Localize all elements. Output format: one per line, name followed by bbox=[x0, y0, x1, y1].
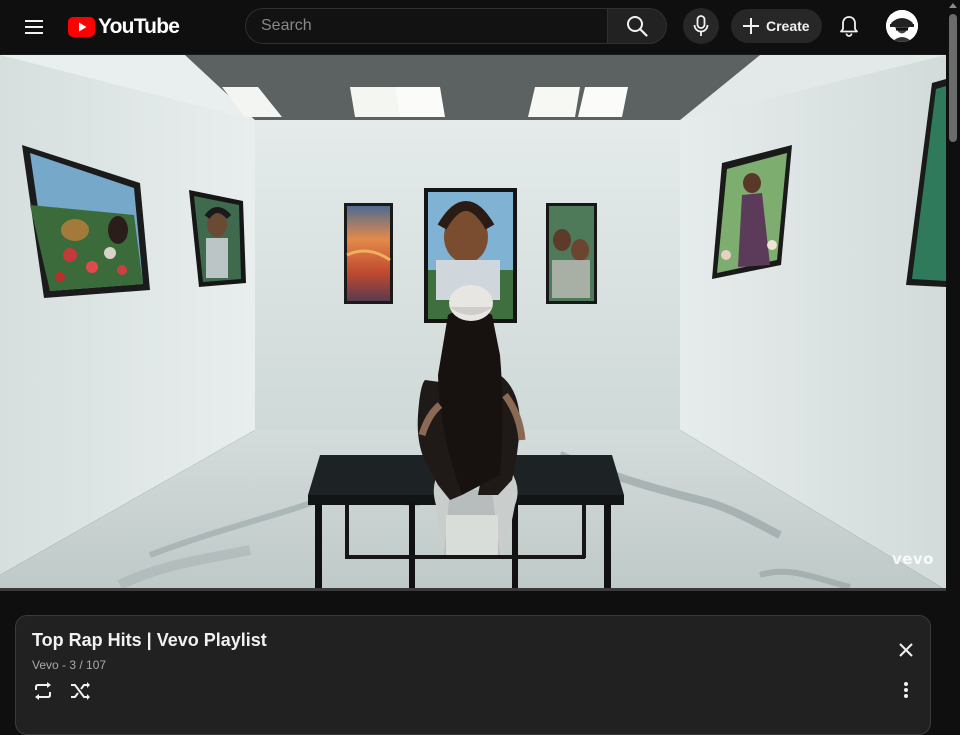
hamburger-menu-icon[interactable] bbox=[20, 13, 48, 41]
close-icon[interactable] bbox=[894, 638, 918, 662]
avatar-image bbox=[886, 10, 918, 42]
youtube-play-logo-icon bbox=[68, 17, 95, 37]
search-box bbox=[245, 8, 607, 44]
user-avatar[interactable] bbox=[886, 10, 918, 42]
youtube-logo[interactable]: YouTube bbox=[68, 15, 180, 39]
voice-search-button[interactable] bbox=[683, 8, 719, 44]
masthead: YouTube Create bbox=[0, 0, 946, 55]
playlist-title[interactable]: Top Rap Hits | Vevo Playlist bbox=[32, 630, 267, 651]
scrollbar-thumb[interactable] bbox=[949, 14, 957, 142]
video-frame bbox=[0, 55, 946, 590]
search-button[interactable] bbox=[607, 8, 667, 44]
video-player[interactable]: vevo bbox=[0, 55, 946, 590]
page-scrollbar[interactable] bbox=[946, 0, 960, 720]
microphone-icon bbox=[693, 15, 709, 36]
bell-icon bbox=[840, 16, 858, 37]
vevo-watermark: vevo bbox=[891, 550, 934, 568]
create-button[interactable]: Create bbox=[731, 9, 822, 43]
video-progress-bar[interactable] bbox=[0, 588, 946, 591]
search-icon bbox=[627, 16, 648, 37]
plus-icon bbox=[743, 18, 759, 34]
playlist-meta: Vevo - 3 / 107 bbox=[32, 658, 107, 672]
scroll-up-arrow-icon[interactable] bbox=[949, 3, 957, 8]
create-label: Create bbox=[766, 18, 810, 34]
more-vertical-icon[interactable] bbox=[894, 678, 918, 702]
loop-icon[interactable] bbox=[30, 678, 56, 704]
logo-text: YouTube bbox=[98, 15, 180, 38]
search-input[interactable] bbox=[246, 9, 607, 43]
notifications-button[interactable] bbox=[832, 9, 866, 43]
playlist-panel: Top Rap Hits | Vevo Playlist Vevo - 3 / … bbox=[15, 615, 931, 735]
shuffle-icon[interactable] bbox=[67, 678, 93, 704]
